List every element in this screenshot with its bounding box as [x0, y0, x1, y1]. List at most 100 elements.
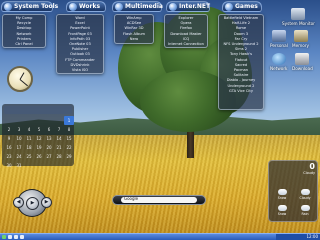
calendar-day-cell[interactable]: 3: [14, 125, 24, 134]
memory-icon: [293, 30, 308, 42]
panel-item[interactable]: Vista ISO: [58, 68, 102, 73]
calendar-day-cell[interactable]: 24: [14, 152, 24, 161]
menu-system-tools[interactable]: System Tools: [1, 1, 58, 12]
icon-label: Memory: [292, 43, 310, 48]
panel-multimedia: WinAmp ACDSee WinRar 3D Flash Album Nero: [114, 14, 154, 44]
clock-minute-hand: [19, 79, 28, 87]
calendar-day-cell[interactable]: 5: [34, 125, 44, 134]
panel-item[interactable]: GTA Vice City: [220, 89, 262, 94]
snow-icon: [277, 205, 287, 211]
snow-icon: [277, 189, 287, 195]
calendar-day-cell[interactable]: 26: [34, 152, 44, 161]
taskbar: 12:00: [0, 233, 320, 240]
quick-launch-icon[interactable]: [20, 235, 24, 239]
panel-item[interactable]: Nero: [116, 37, 152, 42]
forecast-label: Cloudy: [299, 196, 311, 200]
panel-internet: Explorer Opera Firefox Download Master I…: [164, 14, 208, 48]
calendar-header[interactable]: [4, 106, 72, 114]
panel-item[interactable]: Ctrl Panel: [4, 42, 44, 47]
calendar-day-cell[interactable]: 18: [24, 143, 34, 152]
calendar-week-row: 9 10 11 12 13 14 15: [4, 134, 74, 143]
icon-label: Personal: [270, 43, 288, 48]
forecast-label: Snow: [277, 196, 287, 200]
menu-label: Works: [79, 3, 101, 10]
internet-orb-icon: [169, 2, 177, 11]
forecast-day: Rain: [295, 205, 315, 216]
menu-label: Inter.NET: [179, 3, 211, 10]
calendar-day-cell[interactable]: 25: [24, 152, 34, 161]
download-shortcut[interactable]: Download: [292, 53, 313, 71]
menu-internet[interactable]: Inter.NET: [166, 1, 210, 12]
search-engine-label: Google: [124, 196, 139, 201]
calendar-day-cell[interactable]: 22: [64, 143, 74, 152]
computer-icon: [271, 30, 286, 42]
calendar-day-cell: [34, 116, 44, 125]
panel-games: Battlefield Vietnam Half-Life 2 Rome Doo…: [218, 14, 264, 110]
calendar-day-cell[interactable]: 9: [4, 134, 14, 143]
memory-shortcut[interactable]: Memory: [292, 30, 309, 48]
start-button-icon[interactable]: [2, 235, 6, 239]
calendar-day-cell[interactable]: 21: [54, 143, 64, 152]
panel-item[interactable]: Internet Connection: [166, 42, 206, 47]
taskbar-clock[interactable]: 12:00: [306, 234, 318, 240]
system-monitor-shortcut[interactable]: System Monitor: [282, 8, 315, 26]
calendar-day-cell[interactable]: 2: [4, 125, 14, 134]
calendar-day-cell[interactable]: 14: [54, 134, 64, 143]
works-orb-icon: [69, 2, 77, 11]
calendar-day-cell[interactable]: 27: [44, 152, 54, 161]
calendar-day-cell: [54, 116, 64, 125]
quick-launch-icon[interactable]: [8, 235, 12, 239]
forecast-day: Snow: [272, 205, 292, 216]
calendar-day-cell: [14, 116, 24, 125]
calendar-day-cell[interactable]: 23: [4, 152, 14, 161]
calendar-day-cell[interactable]: 10: [14, 134, 24, 143]
cloud-icon: [300, 189, 310, 195]
forecast-day: Cloudy: [295, 189, 315, 200]
panel-works: Word Excel PowerPoint FrontPage 03 InfoP…: [56, 14, 104, 74]
calendar-day-cell[interactable]: 31: [14, 161, 24, 170]
search-bar: Google: [112, 195, 206, 205]
calendar-day-cell: [44, 161, 54, 170]
clock-gadget[interactable]: [7, 66, 33, 92]
calendar-day-cell[interactable]: 13: [44, 134, 54, 143]
calendar-day-cell[interactable]: 20: [44, 143, 54, 152]
calendar-day-cell[interactable]: 29: [64, 152, 74, 161]
calendar-day-cell[interactable]: 6: [44, 125, 54, 134]
calendar-week-row: 2345678: [4, 125, 74, 134]
calendar-day-cell: [24, 161, 34, 170]
menu-games[interactable]: Games: [222, 1, 262, 12]
calendar-day-cell[interactable]: 8: [64, 125, 74, 134]
calendar-day-cell[interactable]: 12: [34, 134, 44, 143]
calendar-day-cell[interactable]: 16: [4, 143, 14, 152]
calendar-day-cell[interactable]: 1: [64, 116, 74, 125]
calendar-day-cell[interactable]: 11: [24, 134, 34, 143]
menu-label: Games: [235, 3, 258, 10]
calendar-day-cell[interactable]: 19: [34, 143, 44, 152]
menu-works[interactable]: Works: [66, 1, 106, 12]
network-shortcut[interactable]: Network: [270, 53, 287, 71]
calendar-day-cell: [64, 161, 74, 170]
quick-launch-icon[interactable]: [14, 235, 18, 239]
personal-shortcut[interactable]: Personal: [270, 30, 288, 48]
weather-temperature: 0: [309, 162, 315, 171]
search-input[interactable]: Google: [121, 196, 197, 203]
icon-label: Network: [270, 66, 288, 71]
play-button[interactable]: ▶: [26, 197, 39, 210]
games-orb-icon: [225, 2, 233, 11]
calendar-day-cell[interactable]: 30: [4, 161, 14, 170]
menu-multimedia[interactable]: Multimedia: [112, 1, 163, 12]
previous-button[interactable]: ◀: [13, 197, 24, 208]
next-button[interactable]: ▶: [41, 197, 52, 208]
calendar-day-cell[interactable]: 7: [54, 125, 64, 134]
calendar-week-row: 16 17 18 19 20 21 22: [4, 143, 74, 152]
download-icon: [295, 53, 310, 65]
calendar-day-cell[interactable]: 17: [14, 143, 24, 152]
calendar-day-cell[interactable]: 28: [54, 152, 64, 161]
weather-gadget[interactable]: 0 Cloudy Snow Cloudy Snow Rain: [268, 160, 318, 222]
globe-icon: [271, 53, 286, 65]
calendar-day-cell[interactable]: 15: [64, 134, 74, 143]
calendar-day-cell[interactable]: 4: [24, 125, 34, 134]
calendar-day-cell: [4, 116, 14, 125]
top-menu-bar: System Tools Works Multimedia Inter.NET …: [0, 0, 264, 12]
forecast-label: Rain: [301, 212, 309, 216]
